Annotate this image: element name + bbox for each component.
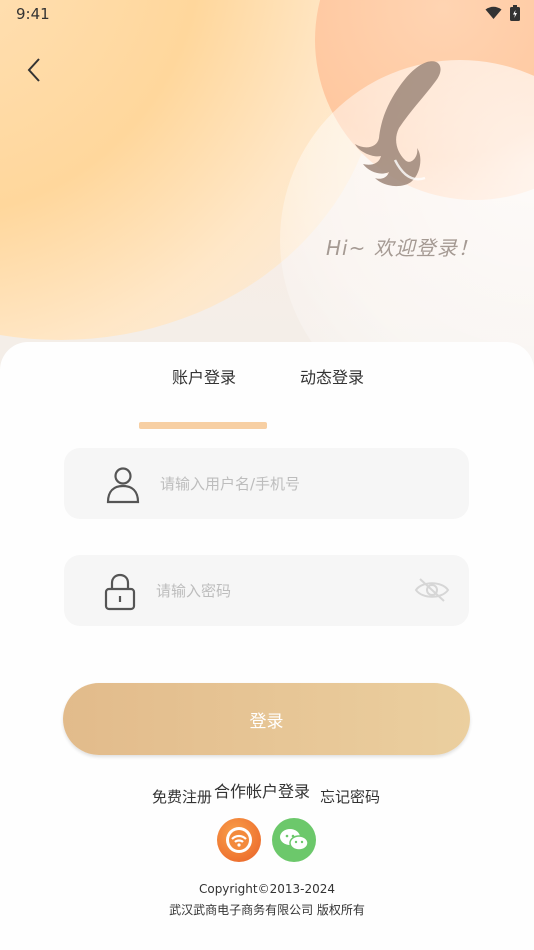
partner-app-icon[interactable] [217,818,261,862]
partner-logo-glyph [226,827,252,853]
status-icons [485,5,520,21]
wechat-glyph [280,829,309,851]
forgot-password-link[interactable]: 忘记密码 [320,786,380,807]
wechat-icon[interactable] [272,818,316,862]
register-link[interactable]: 免费注册 [152,786,212,807]
greeting-text: Hi~ 欢迎登录！ [326,236,479,260]
user-icon [106,467,140,504]
partner-login-link[interactable]: 合作帐户登录 [214,778,310,802]
battery-icon [510,5,520,21]
password-field[interactable]: 请输入密码 [64,555,469,626]
chevron-left-icon[interactable] [22,56,50,84]
status-bar: 9:41 [0,0,534,28]
password-placeholder: 请输入密码 [156,582,232,600]
login-button[interactable]: 登录 [63,683,470,755]
login-tabs: 账户登录 动态登录 [0,360,534,429]
tab-dynamic-login[interactable]: 动态登录 [300,364,364,388]
tab-active-indicator [139,422,267,429]
login-button-label: 登录 [249,712,284,732]
copyright-text: Copyright©2013-2024 [198,882,336,896]
company-text: 武汉武商电子商务有限公司 版权所有 [169,903,365,917]
fish-logo-icon [355,61,441,187]
username-placeholder: 请输入用户名/手机号 [160,475,301,493]
login-links: 免费注册 合作帐户登录 忘记密码 [0,780,534,810]
lock-icon [104,573,136,611]
username-field[interactable]: 请输入用户名/手机号 [64,448,469,519]
wifi-icon [485,6,502,19]
status-time: 9:41 [16,5,50,23]
eye-off-icon[interactable] [414,577,450,603]
tab-account-login[interactable]: 账户登录 [172,364,236,388]
login-card: 账户登录 动态登录 请输入用户名/手机号 请输入密码 登录 免费注册 合作帐户登… [0,342,534,950]
